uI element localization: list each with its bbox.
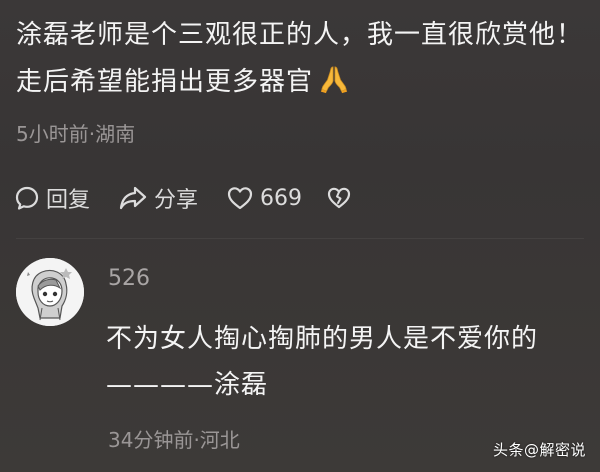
comment-body: 涂磊老师是个三观很正的人，我一直很欣赏他！走后希望能捐出更多器官 xyxy=(16,20,584,97)
reply-button[interactable]: 回复 xyxy=(14,182,90,214)
comment-meta: 5小时前·湖南 xyxy=(16,122,136,146)
share-arrow-icon xyxy=(119,186,147,210)
share-button[interactable]: 分享 xyxy=(118,182,198,214)
like-count: 669 xyxy=(260,185,303,211)
heart-icon xyxy=(227,187,253,210)
broken-heart-icon xyxy=(327,187,351,209)
section-divider xyxy=(16,238,584,239)
watermark: 头条@解密说 xyxy=(492,441,586,459)
share-label: 分享 xyxy=(154,188,199,213)
comment-bubble-icon xyxy=(15,186,39,210)
reply-meta: 34分钟前·河北 xyxy=(108,428,240,452)
reply-text: 不为女人掏心掏肺的男人是不爱你的————涂磊 xyxy=(106,324,539,400)
reply-username[interactable]: 526 xyxy=(108,266,150,291)
comment-action-bar: 回复 分享 669 xyxy=(14,178,352,218)
dislike-button[interactable] xyxy=(326,185,352,211)
folded-hands-emoji-icon xyxy=(320,66,348,94)
reply-label: 回复 xyxy=(46,188,91,213)
avatar-cartoon-girl-icon xyxy=(16,258,84,326)
like-button[interactable]: 669 xyxy=(226,185,302,211)
comment-text: 涂磊老师是个三观很正的人，我一直很欣赏他！走后希望能捐出更多器官 xyxy=(16,12,586,106)
avatar[interactable] xyxy=(16,258,84,326)
